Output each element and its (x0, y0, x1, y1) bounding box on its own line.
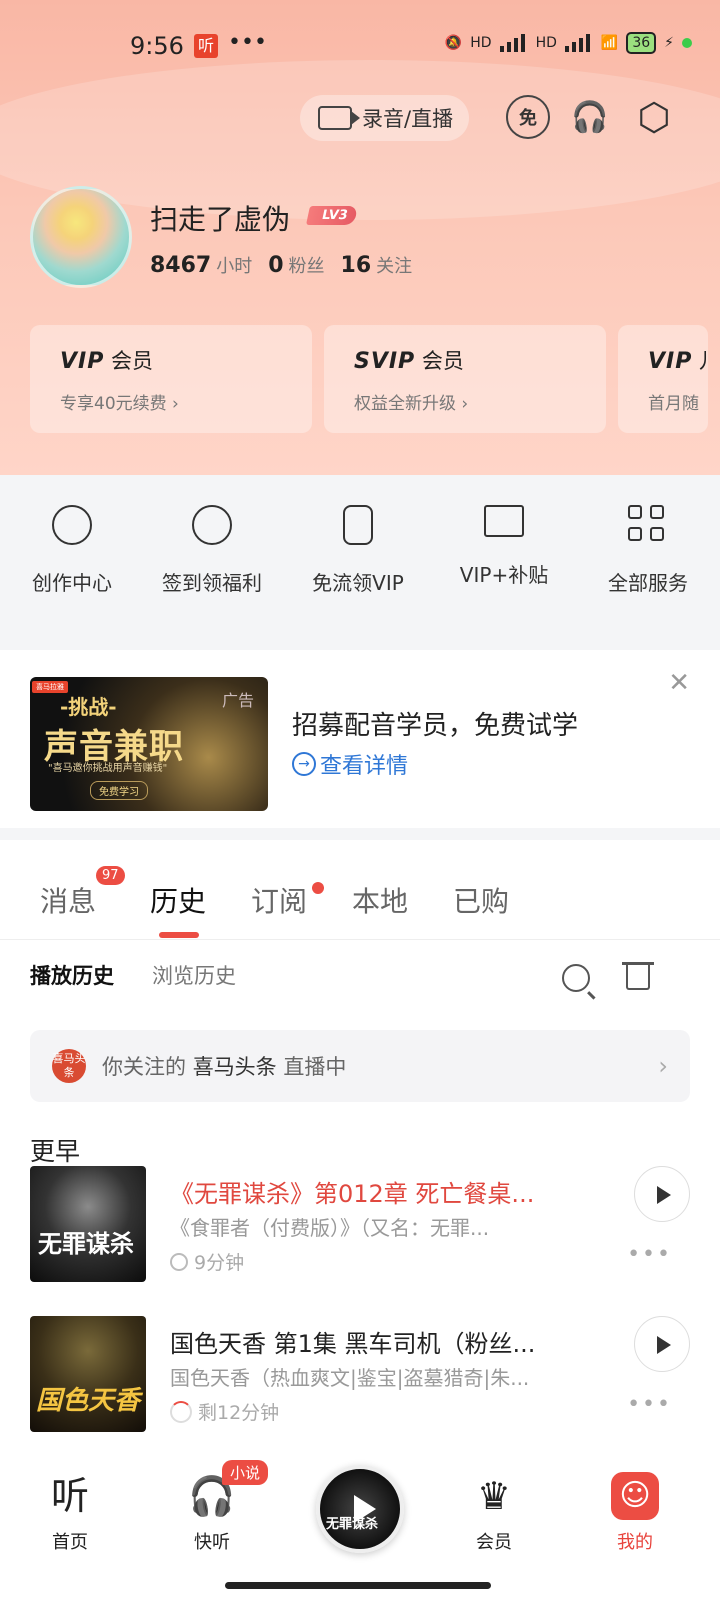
settings-icon[interactable]: ⬡ (632, 95, 676, 139)
stat-following[interactable]: 16 关注 (341, 252, 413, 278)
ad-tag: 广告 (221, 691, 254, 710)
free-icon[interactable]: 免 (506, 95, 550, 139)
avatar[interactable] (30, 186, 132, 288)
creator-icon (52, 505, 92, 545)
profile-header: 9:56 听 ••• 🔕 HD HD 📶 36 ⚡ 录音/直播 免 🎧 ⬡ 扫走… (0, 0, 720, 475)
nav-mine[interactable]: ☺ 我的 (585, 1472, 685, 1554)
service-free-data-vip[interactable]: 免流领VIP (286, 505, 430, 596)
chevron-right-icon: › (658, 1052, 668, 1080)
novel-badge: 小说 (222, 1460, 269, 1485)
tab-bar: 消息 97 历史 订阅 本地 已购 (0, 840, 720, 940)
ad-banner[interactable]: 喜马拉雅 -挑战- 声音兼职 "喜马邀你挑战用声音赚钱" 免费学习 广告 招募配… (0, 650, 720, 828)
wifi-icon: 📶 (600, 35, 619, 51)
nav-membership[interactable]: ♛ 会员 (444, 1472, 544, 1554)
play-button[interactable] (634, 1166, 690, 1222)
home-indicator[interactable] (225, 1582, 491, 1589)
signal-icon-2 (564, 34, 593, 52)
simcard-icon (343, 505, 373, 545)
more-notifications-icon: ••• (228, 30, 267, 55)
svip-card[interactable]: SVIP 会员 权益全新升级 › (324, 325, 606, 433)
kids-vip-card[interactable]: VIP 儿 首月随 (618, 325, 708, 433)
trash-icon[interactable] (622, 962, 654, 990)
battery-icon: 36 (626, 32, 657, 54)
customer-service-icon[interactable]: 🎧 (568, 95, 612, 139)
history-item[interactable]: 国色天香 国色天香 第1集 黑车司机（粉丝... 国色天香（热血爽文|鉴宝|盗墓… (30, 1316, 690, 1432)
close-icon[interactable]: ✕ (668, 668, 690, 698)
message-badge: 97 (96, 866, 125, 885)
play-button[interactable] (634, 1316, 690, 1372)
clock-icon (170, 1252, 188, 1271)
crown-icon: ♛ (476, 1474, 512, 1518)
album-cover: 无罪谋杀 (30, 1166, 146, 1282)
vip-card[interactable]: VIP 会员 专享40元续费 › (30, 325, 312, 433)
more-icon[interactable]: ••• (627, 1392, 672, 1417)
signal-hd-2: HD (535, 35, 557, 51)
user-name[interactable]: 扫走了虚伪 (150, 198, 290, 238)
coupon-icon (484, 505, 524, 537)
subtab-browse-history[interactable]: 浏览历史 (152, 960, 236, 990)
history-subtabs: 播放历史 浏览历史 (30, 960, 236, 990)
vip-cards: VIP 会员 专享40元续费 › SVIP 会员 权益全新升级 › VIP 儿 … (30, 325, 708, 433)
service-grid: 创作中心 签到领福利 免流领VIP VIP+补贴 全部服务 (0, 475, 720, 645)
privacy-dot (682, 38, 692, 48)
active-tab-indicator (159, 932, 199, 938)
album-title: 《食罪者（付费版）》（又名：无罪... (170, 1216, 490, 1240)
duration: 剩12分钟 (170, 1398, 279, 1425)
album-title: 国色天香（热血爽文|鉴宝|盗墓猎奇|朱... (170, 1366, 530, 1390)
tab-messages[interactable]: 消息 (40, 880, 96, 920)
record-live-button[interactable]: 录音/直播 (300, 95, 470, 141)
ad-title[interactable]: 招募配音学员，免费试学 (292, 705, 578, 742)
status-time: 9:56 (130, 32, 184, 60)
service-all[interactable]: 全部服务 (576, 505, 720, 596)
section-label: 更早 (30, 1137, 81, 1166)
duration: 9分钟 (170, 1248, 244, 1275)
tab-local[interactable]: 本地 (352, 880, 408, 920)
user-stats: 8467 小时 0 粉丝 16 关注 (150, 252, 412, 278)
nav-home[interactable]: 听 首页 (20, 1472, 120, 1554)
home-icon: 听 (50, 1474, 89, 1518)
signal-hd-1: HD (470, 35, 492, 51)
tab-purchased[interactable]: 已购 (453, 880, 509, 920)
subscription-dot (312, 882, 324, 894)
ad-details-link[interactable]: → 查看详情 (292, 748, 408, 780)
live-notice[interactable]: 喜马头条 你关注的 喜马头条 直播中 › (30, 1030, 690, 1102)
history-item[interactable]: 无罪谋杀 《无罪谋杀》第012章 死亡餐桌... 《食罪者（付费版）》（又名：无… (30, 1166, 690, 1282)
history-panel: 消息 97 历史 订阅 本地 已购 播放历史 浏览历史 喜马头条 你关注的 喜马… (0, 840, 720, 1450)
charging-icon: ⚡ (664, 35, 674, 51)
level-badge: LV3 (305, 206, 358, 225)
more-icon[interactable]: ••• (627, 1242, 672, 1267)
now-playing-disc[interactable]: 无罪谋杀 (316, 1465, 404, 1553)
live-channel-logo: 喜马头条 (52, 1049, 86, 1083)
service-checkin[interactable]: 签到领福利 (140, 505, 284, 596)
stat-fans[interactable]: 0 粉丝 (268, 252, 324, 278)
mute-icon: 🔕 (444, 35, 463, 51)
record-live-label: 录音/直播 (362, 107, 454, 131)
service-creator-center[interactable]: 创作中心 (0, 505, 144, 596)
checkin-icon (192, 505, 232, 545)
user-icon: ☺ (611, 1472, 659, 1520)
track-title: 《无罪谋杀》第012章 死亡餐桌... (170, 1180, 535, 1208)
app-notification-icon: 听 (194, 34, 218, 58)
progress-ring-icon (170, 1400, 192, 1423)
video-camera-icon (318, 106, 360, 130)
stat-hours[interactable]: 8467 小时 (150, 252, 252, 278)
status-icons: 🔕 HD HD 📶 36 ⚡ (445, 32, 692, 54)
track-title: 国色天香 第1集 黑车司机（粉丝... (170, 1330, 536, 1358)
tab-subscriptions[interactable]: 订阅 (251, 880, 307, 920)
tab-history[interactable]: 历史 (150, 880, 206, 920)
ad-image[interactable]: 喜马拉雅 -挑战- 声音兼职 "喜马邀你挑战用声音赚钱" 免费学习 广告 (30, 677, 268, 811)
subtab-play-history[interactable]: 播放历史 (30, 960, 114, 990)
status-bar: 9:56 听 ••• 🔕 HD HD 📶 36 ⚡ (0, 30, 720, 66)
header-toolbar: 录音/直播 免 🎧 ⬡ (300, 95, 692, 141)
album-cover: 国色天香 (30, 1316, 146, 1432)
grid-icon (628, 505, 668, 545)
service-vip-subsidy[interactable]: VIP+补贴 (432, 505, 576, 588)
search-icon[interactable] (562, 964, 590, 992)
arrow-right-circle-icon: → (292, 752, 316, 776)
signal-icon-1 (499, 34, 528, 52)
